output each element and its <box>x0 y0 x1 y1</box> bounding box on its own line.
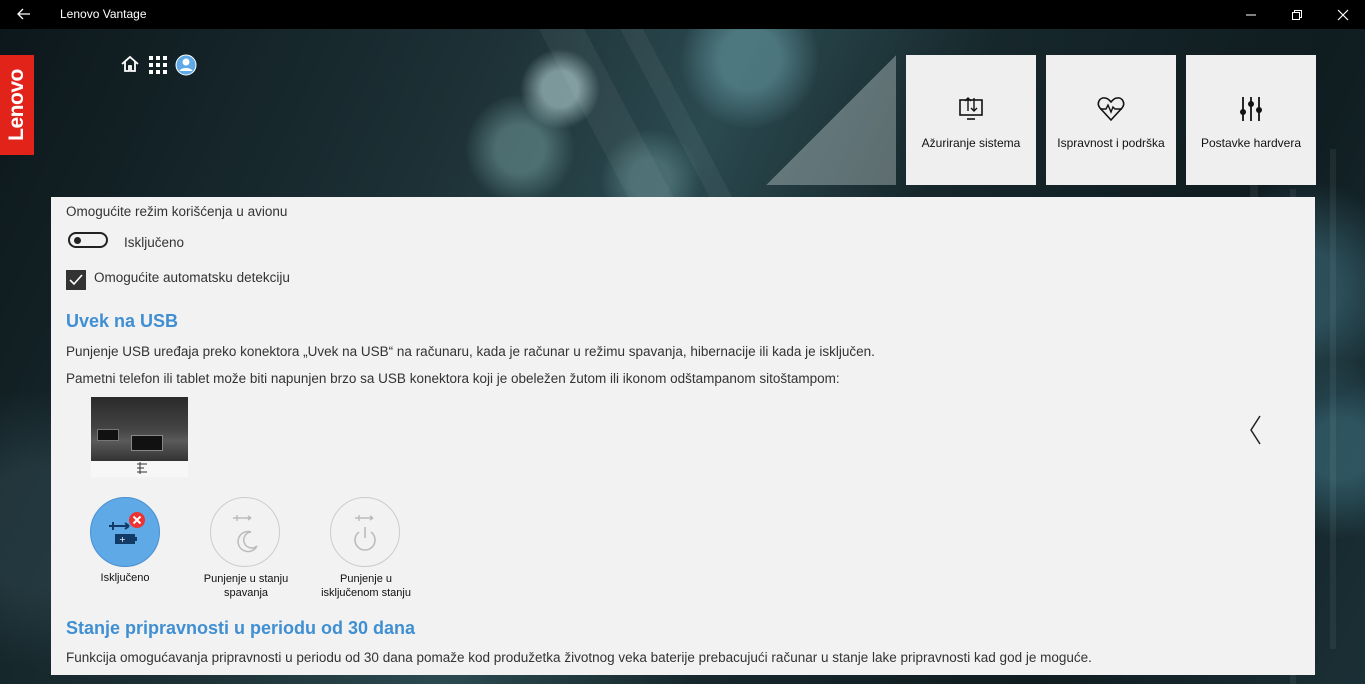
usb-option-sleep-label: Punjenje u stanju spavanja <box>203 573 289 599</box>
usb-option-sleep-button[interactable] <box>210 497 280 567</box>
close-button[interactable] <box>1320 0 1365 29</box>
usb-option-shutdown-label: Punjenje u isključenom stanju <box>321 573 411 599</box>
svg-text:+: + <box>119 535 126 544</box>
minimize-button[interactable] <box>1228 0 1274 29</box>
home-icon[interactable] <box>120 54 140 76</box>
always-on-usb-desc2: Pametni telefon ili tablet može biti nap… <box>66 371 840 386</box>
airplane-mode-toggle[interactable] <box>68 232 108 248</box>
tile-label: Postavke hardvera <box>1200 136 1302 150</box>
usb-off-icon: + <box>109 512 145 544</box>
heartbeat-icon <box>1097 97 1125 122</box>
auto-detect-checkbox[interactable] <box>66 270 86 290</box>
collapse-arrow-icon[interactable] <box>1246 412 1266 448</box>
tile-label: Ažuriranje sistema <box>921 136 1021 150</box>
decorative-triangle <box>766 55 896 185</box>
window-title: Lenovo Vantage <box>60 7 147 21</box>
lenovo-logo: Lenovo <box>0 55 34 155</box>
restore-button[interactable] <box>1274 0 1320 29</box>
settings-panel: Omogućite režim korišćenja u avionu Iskl… <box>51 197 1315 675</box>
usb-power-icon <box>354 515 376 551</box>
tile-label: Ispravnost i podrška <box>1057 136 1165 150</box>
airplane-mode-label: Omogućite režim korišćenja u avionu <box>66 204 288 219</box>
sliders-icon <box>1240 97 1262 121</box>
checkmark-icon <box>69 274 83 286</box>
usb-option-shutdown-button[interactable] <box>330 497 400 567</box>
standby-desc: Funkcija omogućavanja pripravnosti u per… <box>66 650 1092 665</box>
toggle-state-label: Isključeno <box>124 235 185 250</box>
system-update-icon <box>959 97 983 120</box>
user-icon[interactable] <box>175 54 197 76</box>
apps-grid-icon[interactable] <box>148 54 168 76</box>
usb-port-photo <box>91 397 188 477</box>
auto-detect-label: Omogućite automatsku detekciju <box>94 270 290 285</box>
usb-option-off-button[interactable]: + <box>90 497 160 567</box>
tile-health-support[interactable]: Ispravnost i podrška <box>1046 55 1176 185</box>
usb-option-off-label: Isključeno <box>100 572 150 584</box>
usb-sleep-icon <box>233 515 258 553</box>
always-on-usb-heading: Uvek na USB <box>66 311 179 331</box>
title-bar: Lenovo Vantage <box>0 0 1365 29</box>
always-on-usb-desc1: Punjenje USB uređaja preko konektora „Uv… <box>66 344 875 359</box>
standby-heading: Stanje pripravnosti u periodu od 30 dana <box>66 618 416 638</box>
back-arrow-icon[interactable] <box>14 4 34 24</box>
tile-system-update[interactable]: Ažuriranje sistema <box>906 55 1036 185</box>
tile-hardware-settings[interactable]: Postavke hardvera <box>1186 55 1316 185</box>
